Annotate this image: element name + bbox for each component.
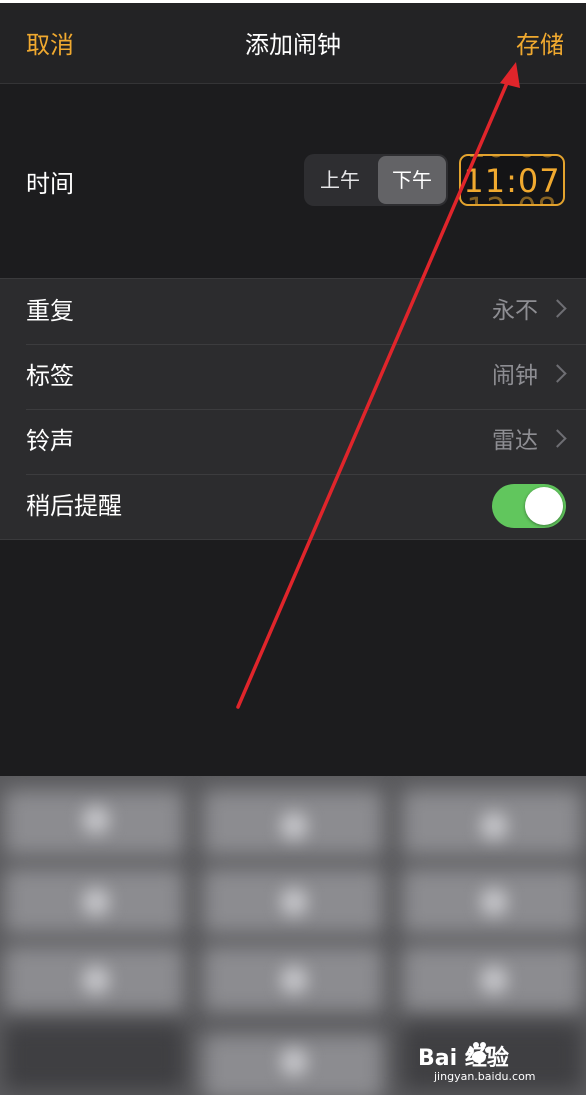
blurred-glyph [280, 1048, 308, 1076]
repeat-row[interactable]: 重复 永不 [0, 279, 586, 344]
row-label: 标签 [26, 362, 74, 390]
time-row: 时间 上午 下午 10 06 11:07 12 08 [0, 84, 586, 278]
row-label: 铃声 [26, 427, 74, 455]
time-picker[interactable]: 10 06 11:07 12 08 [459, 154, 565, 206]
page-title: 添加闹钟 [245, 31, 341, 59]
save-button[interactable]: 存储 [516, 29, 564, 61]
add-alarm-screen: 取消 添加闹钟 存储 时间 上午 下午 10 06 11:07 12 08 重复… [0, 0, 586, 1095]
row-label: 稍后提醒 [26, 492, 122, 520]
snooze-row: 稍后提醒 [0, 474, 586, 539]
time-label: 时间 [26, 170, 74, 198]
am-option[interactable]: 上午 [306, 156, 374, 204]
blurred-keypad [0, 776, 586, 1095]
sound-row[interactable]: 铃声 雷达 [0, 409, 586, 474]
blurred-glyph [280, 812, 308, 840]
blurred-key [4, 1024, 184, 1090]
row-value: 闹钟 [492, 363, 538, 389]
am-pm-segmented-control: 上午 下午 [304, 154, 448, 206]
blurred-glyph [480, 888, 508, 916]
row-label: 重复 [26, 297, 74, 325]
blurred-glyph [480, 812, 508, 840]
toggle-knob [525, 487, 563, 525]
blurred-glyph [280, 888, 308, 916]
blurred-key [402, 1024, 582, 1090]
blurred-glyph [480, 966, 508, 994]
label-row[interactable]: 标签 闹钟 [0, 344, 586, 409]
blurred-glyph [82, 806, 110, 834]
blurred-glyph [82, 966, 110, 994]
time-picker-next-value: 12 08 [461, 192, 563, 204]
chevron-right-icon [548, 364, 567, 383]
blurred-glyph [82, 888, 110, 916]
blurred-glyph [280, 966, 308, 994]
chevron-right-icon [548, 429, 567, 448]
snooze-toggle[interactable] [492, 484, 566, 528]
row-value: 雷达 [492, 428, 538, 454]
chevron-right-icon [548, 299, 567, 318]
navigation-bar: 取消 添加闹钟 存储 [0, 0, 586, 84]
settings-list: 重复 永不 标签 闹钟 铃声 雷达 稍后提醒 [0, 278, 586, 540]
pm-option-selected[interactable]: 下午 [378, 156, 446, 204]
row-value: 永不 [492, 298, 538, 324]
